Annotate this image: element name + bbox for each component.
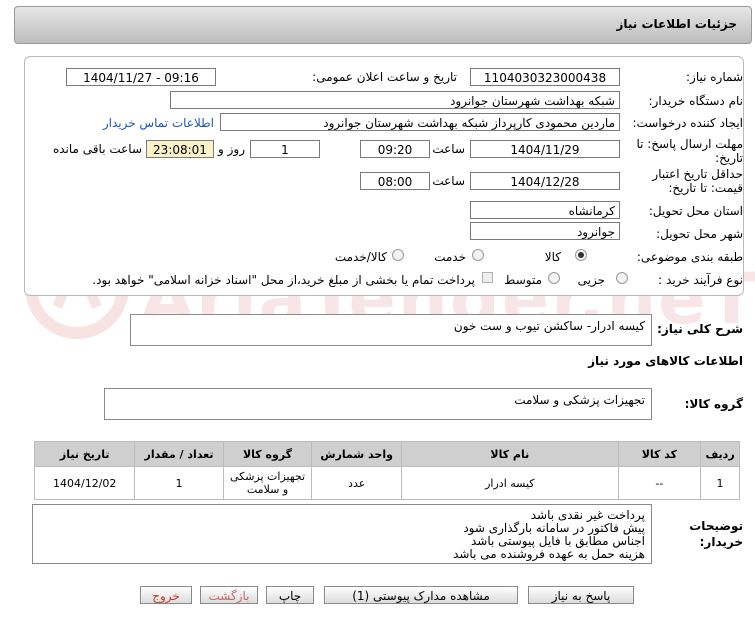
note-line: هزینه حمل به عهده فروشنده می باشد xyxy=(453,547,645,561)
category-option-service: خدمت xyxy=(434,250,466,264)
goods-group-label: گروه کالا: xyxy=(684,397,743,411)
reply-button[interactable]: پاسخ به نیاز xyxy=(528,586,634,604)
goods-table: ردیف کد کالا نام کالا واحد شمارش گروه کا… xyxy=(33,441,740,500)
validity-time-label: ساعت xyxy=(432,174,465,188)
announce-field: 1404/11/27 - 09:16 xyxy=(66,68,216,86)
page-title-bar: جزئیات اطلاعات نیاز xyxy=(14,6,752,44)
goods-table-header: ردیف کد کالا نام کالا واحد شمارش گروه کا… xyxy=(33,441,740,467)
province-field: کرمانشاه xyxy=(470,201,620,219)
cell-group: تجهیزات پزشکی و سلامت xyxy=(222,466,313,500)
buyer-org-field: شبکه بهداشت شهرستان جوانرود xyxy=(170,91,620,109)
process-label: نوع فرآیند خرید : xyxy=(658,273,743,287)
category-radio-service[interactable] xyxy=(472,249,484,261)
validity-time-field: 08:00 xyxy=(360,172,430,190)
treasury-checkbox[interactable] xyxy=(482,272,493,283)
reply-deadline-label: مهلت ارسال پاسخ: تا تاریخ: xyxy=(636,137,743,165)
need-number-field: 1104030323000438 xyxy=(470,68,620,86)
category-radio-goods[interactable] xyxy=(575,249,587,261)
category-option-goods: کالا xyxy=(544,250,561,264)
requester-field: ماردین محمودی کارپرداز شبکه بهداشت شهرست… xyxy=(220,113,620,131)
contact-buyer-link[interactable]: اطلاعات تماس خریدار xyxy=(103,116,214,130)
process-option-medium: متوسط xyxy=(504,273,542,287)
summary-field: کیسه ادرار- ساکشن تیوب و ست خون xyxy=(130,314,652,346)
reply-date-field: 1404/11/29 xyxy=(470,140,620,158)
category-radio-both[interactable] xyxy=(392,249,404,261)
back-button[interactable]: بازگشت xyxy=(200,586,258,604)
process-radio-medium[interactable] xyxy=(548,272,560,284)
header-need-date: تاریخ نیاز xyxy=(33,441,136,467)
days-field: 1 xyxy=(250,140,320,158)
notes-field: پرداخت غیر نقدی باشد پیش فاکتور در سامان… xyxy=(32,504,652,564)
remaining-label: ساعت باقی مانده xyxy=(52,142,142,156)
header-unit: واحد شمارش xyxy=(311,441,402,467)
category-label: طبقه بندی موضوعی: xyxy=(636,250,743,264)
goods-section-title: اطلاعات کالاهای مورد نیاز xyxy=(588,354,743,368)
cell-quantity: 1 xyxy=(134,466,224,500)
category-option-both: کالا/خدمت xyxy=(334,250,387,264)
header-item-name: نام کالا xyxy=(400,441,619,467)
notes-label: توضیحات خریدار: xyxy=(689,519,743,549)
exit-button[interactable]: خروج xyxy=(140,586,192,604)
cell-need-date: 1404/12/02 xyxy=(33,466,136,500)
process-radio-small[interactable] xyxy=(616,272,628,284)
print-button[interactable]: چاپ xyxy=(266,586,314,604)
cell-item-name: کیسه ادرار xyxy=(400,466,619,500)
reply-time-field: 09:20 xyxy=(360,140,430,158)
days-label: روز و xyxy=(218,142,245,156)
cell-row-number: 1 xyxy=(700,466,740,500)
remaining-time-field: 23:08:01 xyxy=(146,140,214,158)
header-quantity: تعداد / مقدار xyxy=(134,441,224,467)
buyer-org-label: نام دستگاه خریدار: xyxy=(648,94,744,108)
reply-time-label: ساعت xyxy=(432,142,465,156)
header-row-number: ردیف xyxy=(700,441,740,467)
header-item-code: کد کالا xyxy=(617,441,702,467)
price-validity-label: حداقل تاریخ اعتبار قیمت: تا تاریخ: xyxy=(652,167,743,195)
summary-label: شرح کلی نیاز: xyxy=(657,322,743,336)
goods-group-field: تجهیزات پزشکی و سلامت xyxy=(104,388,652,420)
page-title: جزئیات اطلاعات نیاز xyxy=(616,17,737,31)
table-row: 1 -- کیسه ادرار عدد تجهیزات پزشکی و سلام… xyxy=(33,466,740,500)
need-number-label: شماره نیاز: xyxy=(686,70,743,84)
process-option-small: جزیی xyxy=(577,273,605,287)
payment-note: پرداخت تمام یا بخشی از مبلغ خرید،از محل … xyxy=(92,273,475,287)
announce-label: تاریخ و ساعت اعلان عمومی: xyxy=(312,70,457,84)
view-attachments-button[interactable]: مشاهده مدارک پیوستی (1) xyxy=(324,586,518,604)
validity-date-field: 1404/12/28 xyxy=(470,172,620,190)
province-label: استان محل تحویل: xyxy=(648,204,743,218)
requester-label: ایجاد کننده درخواست: xyxy=(632,116,743,130)
city-field: جوانرود xyxy=(470,222,620,240)
header-group: گروه کالا xyxy=(222,441,313,467)
city-label: شهر محل تحویل: xyxy=(656,227,743,241)
cell-unit: عدد xyxy=(311,466,402,500)
cell-item-code: -- xyxy=(617,466,702,500)
